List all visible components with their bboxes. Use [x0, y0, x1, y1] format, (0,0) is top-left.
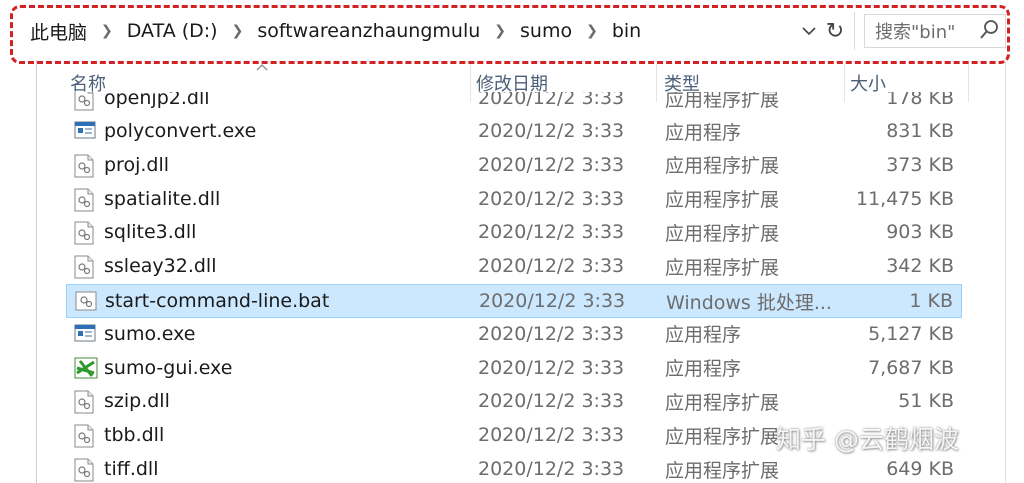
file-size: 11,475 KB: [855, 187, 954, 210]
file-size: 903 KB: [886, 221, 954, 244]
breadcrumb-software-folder[interactable]: softwareanzhaungmulu: [253, 20, 484, 42]
file-name: spatialite.dll: [104, 187, 221, 210]
file-name: start-command-line.bat: [105, 290, 330, 312]
file-type: 应用程序: [665, 358, 742, 381]
file-name: sumo.exe: [104, 322, 196, 345]
list-item[interactable]: szip.dll 2020/12/2 3:33 应用程序扩展 51 KB: [66, 385, 962, 419]
file-name: tbb.dll: [104, 424, 165, 447]
chevron-right-icon[interactable]: ❯: [91, 23, 123, 39]
chevron-down-icon[interactable]: [798, 20, 820, 42]
file-size: 51 KB: [898, 390, 954, 413]
list-item[interactable]: proj.dll 2020/12/2 3:33 应用程序扩展 373 KB: [66, 149, 962, 183]
sort-ascending-icon: [256, 60, 268, 74]
search-input[interactable]: 搜索"bin": [864, 14, 1006, 48]
watermark: 知乎 @云鹤烟波: [776, 425, 959, 454]
pane-border: [36, 60, 37, 483]
file-size: 831 KB: [886, 120, 954, 142]
dll-icon: [74, 390, 96, 414]
file-type: 应用程序扩展: [665, 155, 780, 178]
list-item[interactable]: sumo.exe 2020/12/2 3:33 应用程序 5,127 KB: [66, 318, 962, 352]
search-icon[interactable]: [979, 19, 999, 46]
chevron-right-icon[interactable]: ❯: [576, 23, 608, 39]
dll-icon: [74, 188, 96, 212]
pane-border: [1005, 60, 1006, 483]
list-item[interactable]: sumo-gui.exe 2020/12/2 3:33 应用程序 7,687 KB: [66, 352, 962, 386]
dll-icon: [74, 221, 96, 245]
file-date: 2020/12/2 3:33: [478, 424, 625, 447]
file-type: 应用程序扩展: [665, 391, 780, 414]
file-type: 应用程序: [665, 324, 742, 347]
breadcrumb-this-pc[interactable]: 此电脑: [26, 18, 91, 45]
list-item[interactable]: ssleay32.dll 2020/12/2 3:33 应用程序扩展 342 KB: [66, 250, 962, 284]
list-item[interactable]: tiff.dll 2020/12/2 3:33 应用程序扩展 649 KB: [66, 453, 962, 483]
file-date: 2020/12/2 3:33: [478, 356, 625, 379]
sumo-gui-icon: [74, 357, 98, 381]
file-size: 373 KB: [886, 153, 954, 176]
dll-icon: [74, 424, 96, 448]
file-name: proj.dll: [104, 153, 170, 176]
file-date: 2020/12/2 3:33: [478, 187, 625, 210]
file-type: 应用程序扩展: [665, 189, 780, 212]
file-name: ssleay32.dll: [104, 255, 217, 278]
dll-icon: [74, 255, 96, 279]
file-size: 7,687 KB: [868, 356, 954, 379]
file-type: Windows 批处理...: [666, 291, 832, 314]
breadcrumb: 此电脑 ❯ DATA (D:) ❯ softwareanzhaungmulu ❯…: [26, 17, 645, 45]
file-name: sumo-gui.exe: [104, 356, 233, 379]
chevron-right-icon[interactable]: ❯: [222, 23, 254, 39]
file-name: polyconvert.exe: [104, 120, 257, 142]
exe-icon: [74, 323, 96, 347]
file-size: 342 KB: [886, 255, 954, 278]
dll-icon: [74, 154, 96, 178]
file-size: 5,127 KB: [868, 322, 954, 345]
file-type: 应用程序扩展: [665, 425, 780, 448]
list-item[interactable]: sqlite3.dll 2020/12/2 3:33 应用程序扩展 903 KB: [66, 216, 962, 250]
file-date: 2020/12/2 3:33: [478, 322, 625, 345]
address-bar[interactable]: 此电脑 ❯ DATA (D:) ❯ softwareanzhaungmulu ❯…: [0, 0, 1024, 62]
list-item[interactable]: spatialite.dll 2020/12/2 3:33 应用程序扩展 11,475…: [66, 183, 962, 217]
file-date: 2020/12/2 3:33: [479, 290, 626, 312]
search-placeholder: 搜索"bin": [875, 22, 956, 43]
file-size: 649 KB: [886, 458, 954, 480]
exe-icon: [74, 120, 96, 144]
file-date: 2020/12/2 3:33: [478, 390, 625, 413]
file-type: 应用程序扩展: [665, 222, 780, 245]
breadcrumb-sumo[interactable]: sumo: [516, 20, 576, 42]
column-divider[interactable]: [968, 64, 969, 102]
file-type: 应用程序扩展: [665, 256, 780, 279]
breadcrumb-bin[interactable]: bin: [608, 20, 645, 42]
file-name: sqlite3.dll: [104, 221, 197, 244]
file-name: tiff.dll: [104, 458, 159, 480]
file-type: 应用程序扩展: [665, 459, 780, 482]
refresh-icon[interactable]: ↻: [822, 18, 848, 44]
divider: [854, 12, 855, 50]
list-item[interactable]: polyconvert.exe 2020/12/2 3:33 应用程序 831 KB: [66, 115, 962, 149]
bat-icon: [75, 290, 97, 314]
file-date: 2020/12/2 3:33: [478, 221, 625, 244]
file-date: 2020/12/2 3:33: [478, 120, 625, 142]
file-date: 2020/12/2 3:33: [478, 255, 625, 278]
file-name: szip.dll: [104, 390, 170, 413]
dll-icon: [74, 458, 96, 482]
file-date: 2020/12/2 3:33: [478, 458, 625, 480]
file-type: 应用程序: [665, 121, 742, 144]
breadcrumb-data-drive[interactable]: DATA (D:): [123, 20, 222, 42]
chevron-right-icon[interactable]: ❯: [484, 23, 516, 39]
list-item-selected[interactable]: start-command-line.bat 2020/12/2 3:33 Wind…: [66, 284, 962, 318]
file-date: 2020/12/2 3:33: [478, 153, 625, 176]
file-size: 1 KB: [909, 290, 953, 312]
